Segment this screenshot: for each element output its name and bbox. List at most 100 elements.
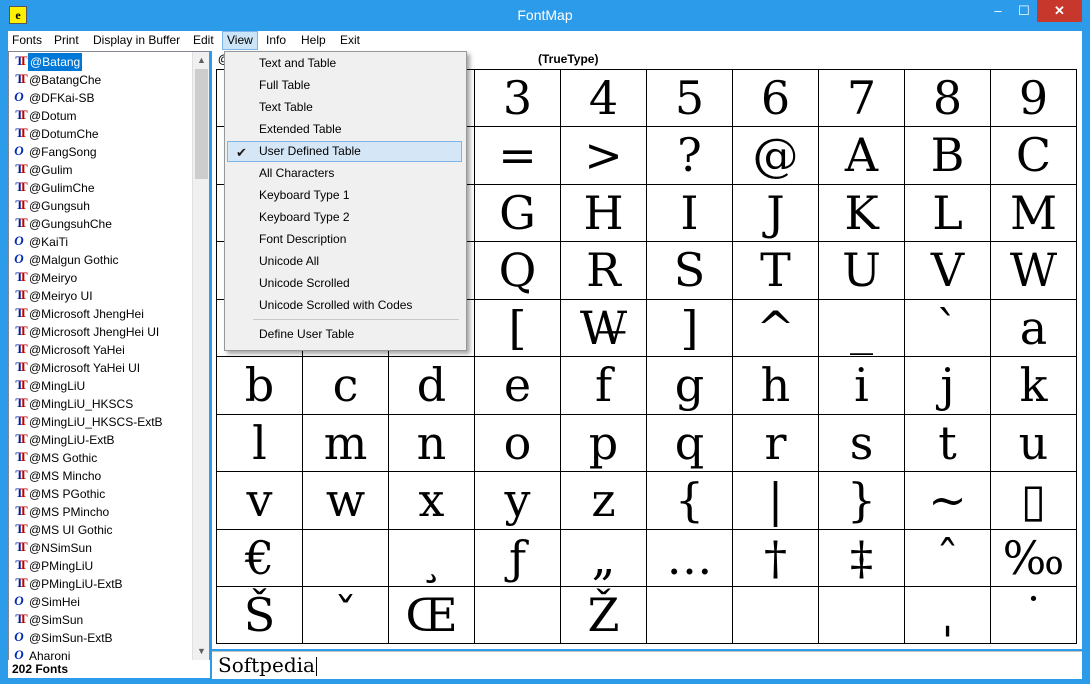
font-list-item[interactable]: TT @MingLiU-ExtB (9, 431, 191, 449)
minimize-button[interactable]: – (985, 0, 1011, 22)
scroll-thumb[interactable] (195, 69, 208, 179)
font-list-item[interactable]: TT @Microsoft YaHei (9, 341, 191, 359)
font-list-item[interactable]: TT @Microsoft YaHei UI (9, 359, 191, 377)
font-list-item[interactable]: TT @GungsuhChe (9, 215, 191, 233)
view-menu-item-text-table[interactable]: Text Table (227, 97, 462, 118)
glyph-cell[interactable]: 5 (647, 70, 733, 127)
font-list-item[interactable]: O @SimSun-ExtB (9, 629, 191, 647)
menu-fonts[interactable]: Fonts (8, 31, 46, 50)
glyph-cell[interactable]: W̶ (561, 300, 647, 357)
glyph-cell[interactable]: c (303, 357, 389, 415)
glyph-cell[interactable]: = (475, 127, 561, 185)
glyph-cell[interactable]: f (561, 357, 647, 415)
glyph-cell[interactable]: m (303, 415, 389, 472)
glyph-cell[interactable]: 3 (475, 70, 561, 127)
glyph-cell[interactable]: € (217, 530, 303, 587)
glyph-cell[interactable]: M (991, 185, 1076, 242)
font-list-item[interactable]: O @DFKai-SB (9, 89, 191, 107)
glyph-cell[interactable]: C (991, 127, 1076, 185)
glyph-cell[interactable]: ˇ (303, 587, 389, 643)
glyph-cell[interactable]: I (647, 185, 733, 242)
glyph-cell[interactable]: ‰ (991, 530, 1076, 587)
font-list-item[interactable]: O @SimHei (9, 593, 191, 611)
glyph-cell[interactable]: p (561, 415, 647, 472)
glyph-cell[interactable]: W (991, 242, 1076, 300)
glyph-cell[interactable]: Œ (389, 587, 475, 643)
view-menu-item-font-description[interactable]: Font Description (227, 229, 462, 250)
font-list-item[interactable]: TT @BatangChe (9, 71, 191, 89)
view-menu-item-user-defined-table[interactable]: ✔ User Defined Table (227, 141, 462, 162)
view-menu-item-keyboard-type-2[interactable]: Keyboard Type 2 (227, 207, 462, 228)
glyph-cell[interactable]: j (905, 357, 991, 415)
glyph-cell[interactable]: K (819, 185, 905, 242)
font-list-scrollbar[interactable]: ▲ ▼ (192, 52, 209, 660)
glyph-cell[interactable]: _ (819, 300, 905, 357)
view-menu-item-unicode-scrolled-with-codes[interactable]: Unicode Scrolled with Codes (227, 295, 462, 316)
font-list-item[interactable]: TT @NSimSun (9, 539, 191, 557)
glyph-cell[interactable]: r (733, 415, 819, 472)
glyph-cell[interactable]: ˌ (905, 587, 991, 643)
glyph-cell[interactable]: G (475, 185, 561, 242)
glyph-cell[interactable]: a (991, 300, 1076, 357)
view-menu-item-text-and-table[interactable]: Text and Table (227, 53, 462, 74)
menu-info[interactable]: Info (262, 31, 290, 50)
close-button[interactable]: ✕ (1037, 0, 1082, 22)
font-list-item[interactable]: O @KaiTi (9, 233, 191, 251)
glyph-cell[interactable]: H (561, 185, 647, 242)
view-menu-item-full-table[interactable]: Full Table (227, 75, 462, 96)
sample-text-field[interactable]: Softpedia (212, 651, 1082, 679)
view-menu-item-unicode-scrolled[interactable]: Unicode Scrolled (227, 273, 462, 294)
glyph-cell[interactable]: 4 (561, 70, 647, 127)
glyph-cell[interactable]: J (733, 185, 819, 242)
glyph-cell[interactable]: ? (647, 127, 733, 185)
font-list[interactable]: TT @Batang TT @BatangChe O @DFKai-SB TT @Dotum T… (8, 51, 210, 661)
glyph-cell[interactable]: t (905, 415, 991, 472)
glyph-cell[interactable]: ˙ (991, 587, 1076, 643)
font-list-item[interactable]: TT @MingLiU_HKSCS-ExtB (9, 413, 191, 431)
font-list-item[interactable]: TT @MS Gothic (9, 449, 191, 467)
glyph-cell[interactable]: ` (905, 300, 991, 357)
font-list-item[interactable]: O Aharoni (9, 647, 191, 660)
font-list-item[interactable]: TT @MS PGothic (9, 485, 191, 503)
glyph-cell[interactable]: y (475, 472, 561, 530)
glyph-cell[interactable]: Ž (561, 587, 647, 643)
glyph-cell[interactable]: | (733, 472, 819, 530)
font-list-item[interactable]: TT @Meiryo UI (9, 287, 191, 305)
menu-help[interactable]: Help (297, 31, 330, 50)
glyph-cell[interactable]: T (733, 242, 819, 300)
glyph-cell[interactable]: A (819, 127, 905, 185)
view-menu-item-define-user-table[interactable]: Define User Table (227, 324, 462, 345)
glyph-cell[interactable]: s (819, 415, 905, 472)
glyph-cell[interactable]: u (991, 415, 1076, 472)
glyph-cell[interactable]: B (905, 127, 991, 185)
glyph-cell[interactable]: 9 (991, 70, 1076, 127)
font-list-item[interactable]: TT @Batang (9, 52, 191, 72)
glyph-cell[interactable]: S (647, 242, 733, 300)
menu-view[interactable]: View (222, 31, 258, 50)
font-list-item[interactable]: TT @PMingLiU (9, 557, 191, 575)
glyph-cell[interactable]: † (733, 530, 819, 587)
scroll-down-arrow-icon[interactable]: ▼ (193, 643, 209, 660)
glyph-cell[interactable]: 8 (905, 70, 991, 127)
glyph-cell[interactable]: g (647, 357, 733, 415)
glyph-cell[interactable]: [ (475, 300, 561, 357)
font-list-item[interactable]: TT @Microsoft JhengHei UI (9, 323, 191, 341)
menu-print[interactable]: Print (50, 31, 83, 50)
glyph-cell[interactable]: ^ (733, 300, 819, 357)
menu-display-in-buffer[interactable]: Display in Buffer (89, 31, 184, 50)
glyph-cell[interactable] (819, 587, 905, 643)
font-list-item[interactable]: O @Malgun Gothic (9, 251, 191, 269)
font-list-item[interactable]: TT @Microsoft JhengHei (9, 305, 191, 323)
glyph-cell[interactable]: @ (733, 127, 819, 185)
glyph-cell[interactable]: L (905, 185, 991, 242)
font-list-item[interactable]: TT @SimSun (9, 611, 191, 629)
glyph-cell[interactable]: d (389, 357, 475, 415)
glyph-cell[interactable]: ˆ (905, 530, 991, 587)
glyph-cell[interactable] (475, 587, 561, 643)
glyph-cell[interactable]: „ (561, 530, 647, 587)
glyph-cell[interactable]: { (647, 472, 733, 530)
glyph-cell[interactable]: n (389, 415, 475, 472)
glyph-cell[interactable]: h (733, 357, 819, 415)
glyph-cell[interactable]: z (561, 472, 647, 530)
sample-text[interactable]: Softpedia (218, 652, 315, 679)
